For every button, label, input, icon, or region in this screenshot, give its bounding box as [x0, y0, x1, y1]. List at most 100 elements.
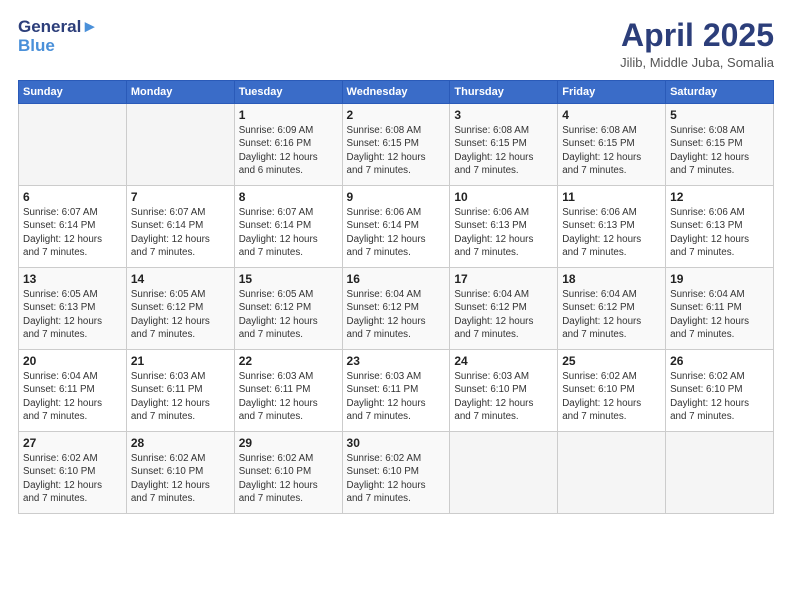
day-info: Sunrise: 6:06 AM Sunset: 6:14 PM Dayligh…: [347, 206, 446, 259]
day-number: 15: [239, 272, 338, 286]
day-number: 24: [454, 354, 553, 368]
day-number: 13: [23, 272, 122, 286]
day-info: Sunrise: 6:06 AM Sunset: 6:13 PM Dayligh…: [670, 206, 769, 259]
calendar-page: General► Blue April 2025 Jilib, Middle J…: [0, 0, 792, 612]
calendar-cell: 20 Sunrise: 6:04 AM Sunset: 6:11 PM Dayli…: [19, 350, 127, 432]
day-number: 2: [347, 108, 446, 122]
day-info: Sunrise: 6:04 AM Sunset: 6:12 PM Dayligh…: [454, 288, 553, 341]
day-number: 6: [23, 190, 122, 204]
logo-text: General►: [18, 18, 98, 37]
day-info: Sunrise: 6:02 AM Sunset: 6:10 PM Dayligh…: [23, 452, 122, 505]
day-info: Sunrise: 6:04 AM Sunset: 6:12 PM Dayligh…: [562, 288, 661, 341]
calendar-cell: 1Sunrise: 6:09 AM Sunset: 6:16 PM Daylig…: [234, 104, 342, 186]
day-info: Sunrise: 6:07 AM Sunset: 6:14 PM Dayligh…: [239, 206, 338, 259]
calendar-cell: 6 Sunrise: 6:07 AM Sunset: 6:14 PM Daylig…: [19, 186, 127, 268]
page-header: General► Blue April 2025 Jilib, Middle J…: [18, 18, 774, 70]
calendar-cell: 13 Sunrise: 6:05 AM Sunset: 6:13 PM Dayli…: [19, 268, 127, 350]
day-info: Sunrise: 6:07 AM Sunset: 6:14 PM Dayligh…: [131, 206, 230, 259]
day-info: Sunrise: 6:02 AM Sunset: 6:10 PM Dayligh…: [239, 452, 338, 505]
calendar-cell: 25 Sunrise: 6:02 AM Sunset: 6:10 PM Dayli…: [558, 350, 666, 432]
day-info: Sunrise: 6:03 AM Sunset: 6:11 PM Dayligh…: [239, 370, 338, 423]
day-info: Sunrise: 6:03 AM Sunset: 6:11 PM Dayligh…: [347, 370, 446, 423]
day-number: 27: [23, 436, 122, 450]
day-number: 8: [239, 190, 338, 204]
day-info: Sunrise: 6:04 AM Sunset: 6:12 PM Dayligh…: [347, 288, 446, 341]
day-number: 16: [347, 272, 446, 286]
day-number: 17: [454, 272, 553, 286]
day-info: Sunrise: 6:03 AM Sunset: 6:10 PM Dayligh…: [454, 370, 553, 423]
day-number: 18: [562, 272, 661, 286]
calendar-week-2: 6 Sunrise: 6:07 AM Sunset: 6:14 PM Daylig…: [19, 186, 774, 268]
calendar-cell: 14 Sunrise: 6:05 AM Sunset: 6:12 PM Dayli…: [126, 268, 234, 350]
month-title: April 2025: [620, 18, 774, 53]
day-number: 11: [562, 190, 661, 204]
day-number: 14: [131, 272, 230, 286]
calendar-cell: 7 Sunrise: 6:07 AM Sunset: 6:14 PM Daylig…: [126, 186, 234, 268]
day-info: Sunrise: 6:09 AM Sunset: 6:16 PM Dayligh…: [239, 124, 338, 177]
calendar-cell: 28 Sunrise: 6:02 AM Sunset: 6:10 PM Dayli…: [126, 432, 234, 514]
weekday-header-sunday: Sunday: [19, 81, 127, 104]
day-info: Sunrise: 6:05 AM Sunset: 6:12 PM Dayligh…: [239, 288, 338, 341]
logo-blue: Blue: [18, 37, 98, 56]
calendar-cell: 4Sunrise: 6:08 AM Sunset: 6:15 PM Daylig…: [558, 104, 666, 186]
calendar-week-5: 27 Sunrise: 6:02 AM Sunset: 6:10 PM Dayli…: [19, 432, 774, 514]
day-info: Sunrise: 6:04 AM Sunset: 6:11 PM Dayligh…: [23, 370, 122, 423]
day-number: 25: [562, 354, 661, 368]
calendar-cell: 16 Sunrise: 6:04 AM Sunset: 6:12 PM Dayli…: [342, 268, 450, 350]
calendar-cell: 12 Sunrise: 6:06 AM Sunset: 6:13 PM Dayli…: [666, 186, 774, 268]
day-number: 30: [347, 436, 446, 450]
calendar-cell: [666, 432, 774, 514]
day-number: 3: [454, 108, 553, 122]
day-number: 19: [670, 272, 769, 286]
calendar-cell: [450, 432, 558, 514]
calendar-cell: 3Sunrise: 6:08 AM Sunset: 6:15 PM Daylig…: [450, 104, 558, 186]
day-info: Sunrise: 6:05 AM Sunset: 6:13 PM Dayligh…: [23, 288, 122, 341]
calendar-cell: 18 Sunrise: 6:04 AM Sunset: 6:12 PM Dayli…: [558, 268, 666, 350]
day-number: 20: [23, 354, 122, 368]
calendar-table: SundayMondayTuesdayWednesdayThursdayFrid…: [18, 80, 774, 514]
day-info: Sunrise: 6:08 AM Sunset: 6:15 PM Dayligh…: [670, 124, 769, 177]
weekday-header-tuesday: Tuesday: [234, 81, 342, 104]
day-number: 9: [347, 190, 446, 204]
calendar-cell: [19, 104, 127, 186]
day-number: 28: [131, 436, 230, 450]
day-info: Sunrise: 6:02 AM Sunset: 6:10 PM Dayligh…: [131, 452, 230, 505]
calendar-week-3: 13 Sunrise: 6:05 AM Sunset: 6:13 PM Dayli…: [19, 268, 774, 350]
weekday-header-saturday: Saturday: [666, 81, 774, 104]
day-number: 7: [131, 190, 230, 204]
day-number: 26: [670, 354, 769, 368]
weekday-header-row: SundayMondayTuesdayWednesdayThursdayFrid…: [19, 81, 774, 104]
weekday-header-friday: Friday: [558, 81, 666, 104]
weekday-header-thursday: Thursday: [450, 81, 558, 104]
calendar-cell: 27 Sunrise: 6:02 AM Sunset: 6:10 PM Dayli…: [19, 432, 127, 514]
day-info: Sunrise: 6:02 AM Sunset: 6:10 PM Dayligh…: [562, 370, 661, 423]
calendar-cell: [126, 104, 234, 186]
calendar-week-4: 20 Sunrise: 6:04 AM Sunset: 6:11 PM Dayli…: [19, 350, 774, 432]
day-info: Sunrise: 6:08 AM Sunset: 6:15 PM Dayligh…: [347, 124, 446, 177]
day-info: Sunrise: 6:06 AM Sunset: 6:13 PM Dayligh…: [454, 206, 553, 259]
calendar-cell: 19Sunrise: 6:04 AM Sunset: 6:11 PM Dayli…: [666, 268, 774, 350]
day-info: Sunrise: 6:02 AM Sunset: 6:10 PM Dayligh…: [347, 452, 446, 505]
day-number: 5: [670, 108, 769, 122]
calendar-cell: 10Sunrise: 6:06 AM Sunset: 6:13 PM Dayli…: [450, 186, 558, 268]
calendar-cell: 5 Sunrise: 6:08 AM Sunset: 6:15 PM Daylig…: [666, 104, 774, 186]
day-info: Sunrise: 6:07 AM Sunset: 6:14 PM Dayligh…: [23, 206, 122, 259]
logo: General► Blue: [18, 18, 98, 55]
calendar-cell: 24 Sunrise: 6:03 AM Sunset: 6:10 PM Dayli…: [450, 350, 558, 432]
day-number: 4: [562, 108, 661, 122]
day-number: 23: [347, 354, 446, 368]
location-label: Jilib, Middle Juba, Somalia: [620, 55, 774, 70]
calendar-cell: 17 Sunrise: 6:04 AM Sunset: 6:12 PM Dayli…: [450, 268, 558, 350]
calendar-cell: 11Sunrise: 6:06 AM Sunset: 6:13 PM Dayli…: [558, 186, 666, 268]
calendar-cell: 9 Sunrise: 6:06 AM Sunset: 6:14 PM Daylig…: [342, 186, 450, 268]
calendar-cell: 2 Sunrise: 6:08 AM Sunset: 6:15 PM Daylig…: [342, 104, 450, 186]
calendar-cell: 26Sunrise: 6:02 AM Sunset: 6:10 PM Dayli…: [666, 350, 774, 432]
calendar-cell: 30 Sunrise: 6:02 AM Sunset: 6:10 PM Dayli…: [342, 432, 450, 514]
calendar-cell: 21Sunrise: 6:03 AM Sunset: 6:11 PM Dayli…: [126, 350, 234, 432]
weekday-header-monday: Monday: [126, 81, 234, 104]
day-number: 29: [239, 436, 338, 450]
day-number: 12: [670, 190, 769, 204]
calendar-cell: [558, 432, 666, 514]
calendar-week-1: 1Sunrise: 6:09 AM Sunset: 6:16 PM Daylig…: [19, 104, 774, 186]
day-info: Sunrise: 6:05 AM Sunset: 6:12 PM Dayligh…: [131, 288, 230, 341]
